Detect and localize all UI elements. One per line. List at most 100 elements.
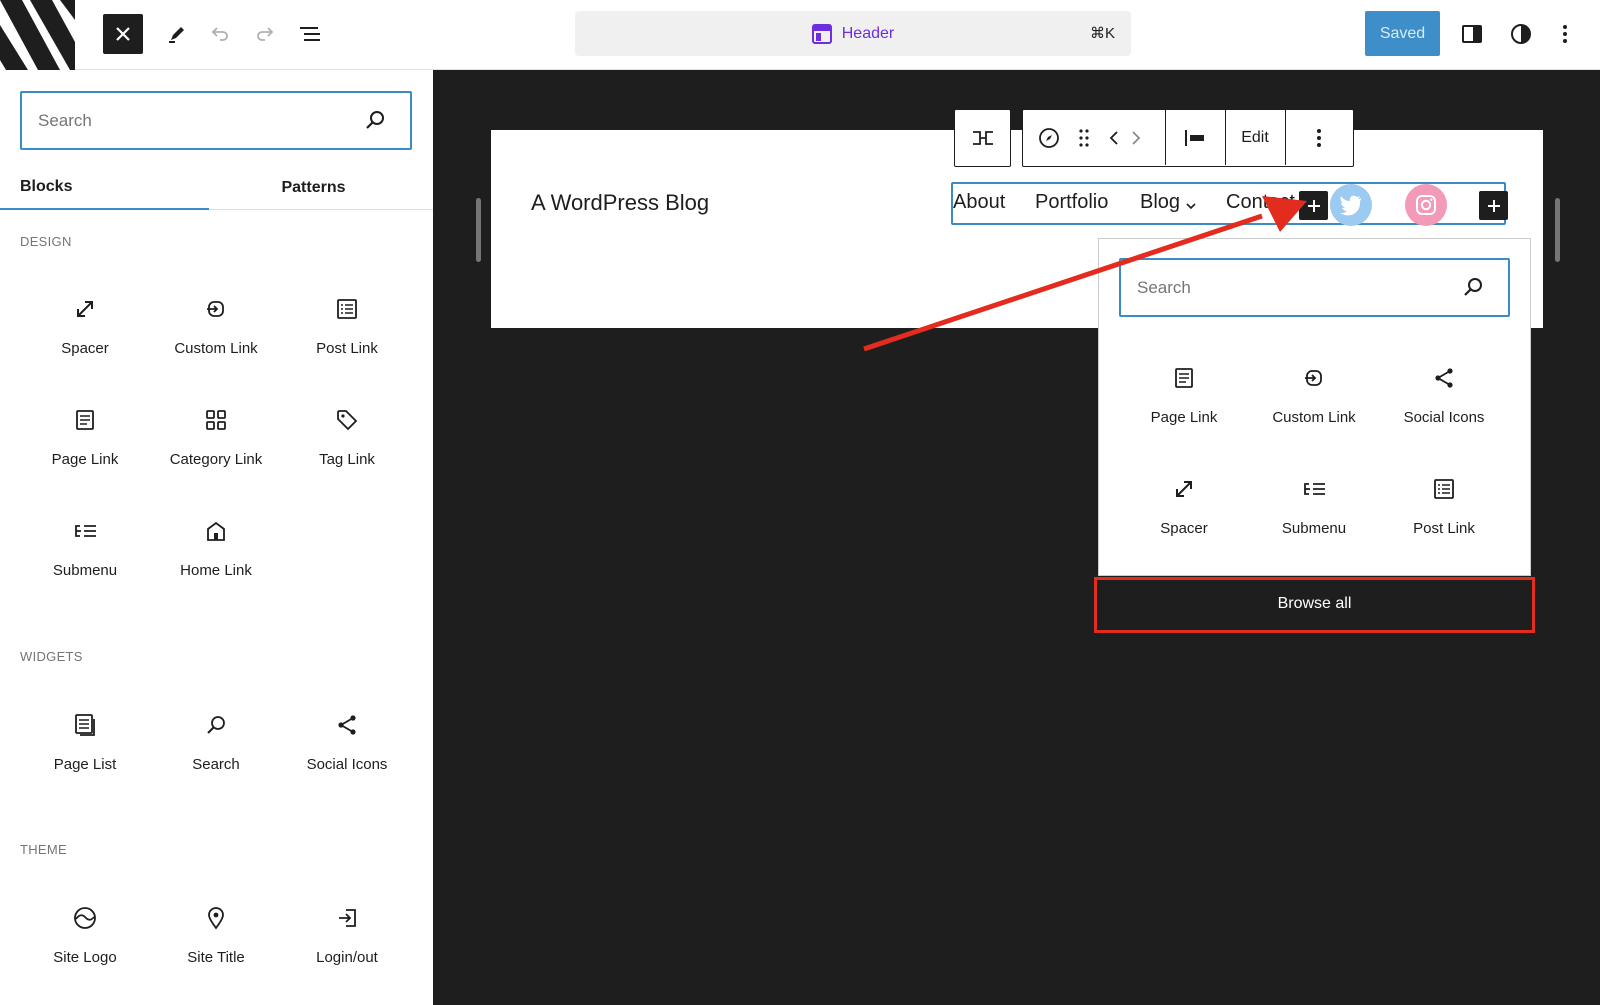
tools-button[interactable] — [157, 14, 197, 54]
block-category-link[interactable]: Category Link — [151, 399, 281, 499]
resize-arrows-icon — [72, 296, 98, 322]
nav-item-contact[interactable]: Contact — [1226, 191, 1295, 214]
undo-icon — [211, 27, 228, 41]
canvas-resize-handle-left[interactable] — [476, 198, 481, 262]
block-label: Tag Link — [319, 451, 375, 468]
block-label: Page Link — [1150, 409, 1218, 426]
twitter-icon — [1340, 195, 1361, 216]
page-icon — [1171, 365, 1197, 391]
move-left-icon[interactable] — [1103, 110, 1125, 165]
block-label: Login/out — [316, 949, 378, 966]
block-search-field[interactable] — [20, 91, 412, 150]
quick-inserter-popover: Page Link Custom Link Social Icons Space… — [1098, 238, 1531, 576]
block-site-title[interactable]: Site Title — [151, 897, 281, 997]
annotation-highlight-box — [1094, 577, 1535, 633]
quick-block-post-link[interactable]: Post Link — [1379, 468, 1509, 568]
block-label: Submenu — [52, 562, 118, 579]
close-icon — [116, 27, 130, 41]
nav-item-portfolio[interactable]: Portfolio — [1035, 191, 1108, 214]
block-label: Category Link — [169, 451, 263, 468]
editor-top-bar: Header ⌘K Saved — [0, 0, 1600, 70]
block-site-logo[interactable]: Site Logo — [20, 897, 150, 997]
quick-block-submenu[interactable]: Submenu — [1249, 468, 1379, 568]
redo-button[interactable] — [245, 14, 285, 54]
block-page-link[interactable]: Page Link — [20, 399, 150, 499]
block-label: Page List — [53, 756, 117, 773]
command-palette-bar[interactable]: Header ⌘K — [575, 11, 1131, 56]
block-label: Custom Link — [1272, 409, 1356, 426]
canvas-resize-handle-right[interactable] — [1555, 198, 1560, 262]
quick-block-page-link[interactable]: Page Link — [1119, 357, 1249, 457]
share-icon — [1431, 365, 1457, 391]
search-icon — [364, 109, 386, 131]
template-part-header-icon — [811, 23, 832, 44]
undo-button[interactable] — [200, 14, 240, 54]
options-button[interactable] — [1550, 14, 1580, 54]
search-icon — [1462, 276, 1484, 298]
more-vertical-icon — [1563, 25, 1567, 43]
block-label: Page Link — [51, 451, 119, 468]
block-options-button[interactable] — [1286, 110, 1352, 165]
quick-inserter-search-field[interactable] — [1119, 258, 1510, 317]
login-icon — [334, 905, 360, 931]
block-spacer[interactable]: Spacer — [20, 288, 150, 388]
custom-link-icon — [1301, 365, 1327, 391]
block-search[interactable]: Search — [151, 704, 281, 804]
quick-inserter-search-input[interactable] — [1137, 274, 1457, 302]
document-title: Header — [575, 11, 1131, 56]
block-label: Spacer — [1160, 520, 1208, 537]
block-label: Site Title — [187, 949, 245, 966]
settings-toggle-button[interactable] — [1452, 14, 1492, 54]
parent-block-selector[interactable] — [954, 109, 1011, 167]
section-title-design: DESIGN — [20, 234, 72, 249]
plus-icon — [1307, 199, 1320, 212]
twitter-social-link[interactable] — [1330, 184, 1372, 226]
post-list-icon — [1431, 476, 1457, 502]
justify-left-icon[interactable] — [1166, 110, 1224, 165]
edit-button[interactable]: Edit — [1226, 110, 1284, 165]
list-view-icon — [300, 27, 320, 41]
block-post-link[interactable]: Post Link — [282, 288, 412, 388]
compass-icon[interactable] — [1033, 110, 1065, 165]
block-label: Site Logo — [53, 949, 117, 966]
tag-icon — [334, 407, 360, 433]
saved-button[interactable]: Saved — [1365, 11, 1440, 56]
home-icon — [203, 518, 229, 544]
block-label: Submenu — [1281, 520, 1347, 537]
tab-blocks[interactable]: Blocks — [0, 166, 209, 210]
site-logo-icon[interactable] — [0, 0, 75, 70]
block-home-link[interactable]: Home Link — [151, 510, 281, 610]
block-label: Post Link — [316, 340, 378, 357]
nav-item-blog[interactable]: Blog — [1140, 191, 1180, 214]
close-inserter-button[interactable] — [103, 14, 143, 54]
drag-handle-icon[interactable] — [1071, 110, 1097, 165]
move-right-icon[interactable] — [1125, 110, 1147, 165]
block-label: Social Icons — [1403, 409, 1485, 426]
block-search-input[interactable] — [38, 107, 358, 135]
section-title-theme: THEME — [20, 842, 67, 857]
block-page-list[interactable]: Page List — [20, 704, 150, 804]
quick-block-spacer[interactable]: Spacer — [1119, 468, 1249, 568]
styles-button[interactable] — [1501, 14, 1541, 54]
instagram-social-link[interactable] — [1405, 184, 1447, 226]
share-icon — [334, 712, 360, 738]
submenu-icon — [1301, 476, 1327, 502]
block-login-out[interactable]: Login/out — [282, 897, 412, 997]
inserter-tabs: Blocks Patterns — [0, 166, 433, 210]
quick-block-social-icons[interactable]: Social Icons — [1379, 357, 1509, 457]
document-title-label: Header — [841, 24, 895, 42]
nav-item-about[interactable]: About — [953, 191, 1005, 214]
block-custom-link[interactable]: Custom Link — [151, 288, 281, 388]
add-nav-item-button[interactable] — [1299, 191, 1328, 220]
quick-block-custom-link[interactable]: Custom Link — [1249, 357, 1379, 457]
block-label: Custom Link — [174, 340, 258, 357]
add-block-button[interactable] — [1479, 191, 1508, 220]
plus-icon — [1487, 199, 1500, 212]
site-title[interactable]: A WordPress Blog — [531, 190, 709, 216]
document-overview-button[interactable] — [290, 14, 330, 54]
block-submenu[interactable]: Submenu — [20, 510, 150, 610]
tab-patterns[interactable]: Patterns — [209, 166, 418, 210]
block-label: Home Link — [180, 562, 252, 579]
block-tag-link[interactable]: Tag Link — [282, 399, 412, 499]
block-social-icons[interactable]: Social Icons — [282, 704, 412, 804]
